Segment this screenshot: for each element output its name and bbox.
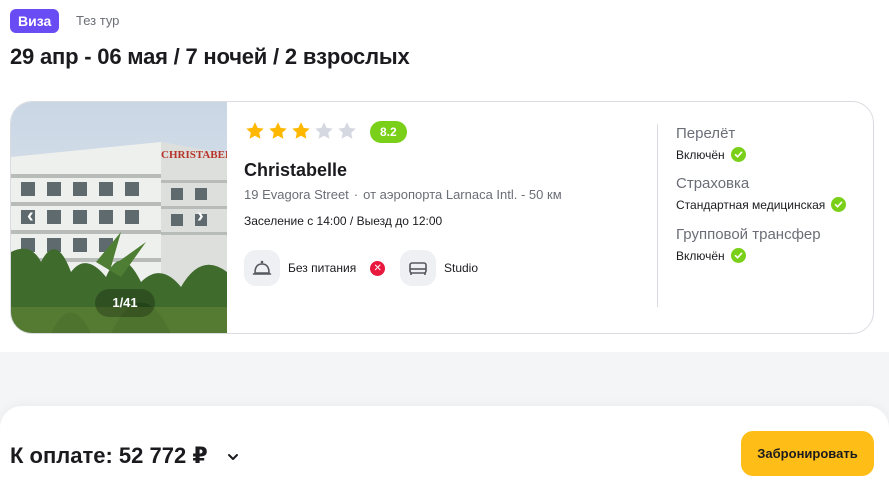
divider [657, 124, 658, 307]
hotel-sign-text: CHRISTABELLE HOTEL [161, 149, 227, 161]
check-icon [730, 147, 746, 162]
insurance-value-row: Стандартная медицинская [676, 197, 847, 212]
transfer-title: Групповой трансфер [676, 226, 821, 243]
rating-badge: 8.2 [370, 121, 407, 143]
tour-operator: Тез тур [76, 13, 120, 28]
check-icon [831, 197, 847, 212]
star-rating [244, 120, 358, 142]
checkin-times: Заселение с 14:00 / Выезд до 12:00 [244, 214, 443, 228]
flight-value: Включён [676, 147, 725, 162]
meal-feature: Без питания ✕ [244, 250, 386, 286]
insurance-title: Страховка [676, 175, 750, 192]
chevron-down-icon[interactable] [226, 450, 240, 464]
payment-bar: К оплате: 52 772 ₽ Забронировать [0, 406, 889, 486]
hotel-photo[interactable]: CHRISTABELLE HOTEL ‹ › 1/41 [11, 102, 227, 333]
photo-counter: 1/41 [95, 289, 155, 317]
cloche-icon [244, 250, 280, 286]
star-filled-icon [246, 122, 264, 139]
star-empty-icon [338, 122, 356, 139]
room-feature: Studio [400, 250, 478, 286]
bed-icon [400, 250, 436, 286]
star-filled-icon [269, 122, 287, 139]
address-street: 19 Evagora Street [244, 187, 349, 202]
check-icon [730, 248, 746, 263]
meal-label: Без питания [288, 261, 357, 275]
total-price: К оплате: 52 772 ₽ [10, 443, 208, 468]
flight-info: Перелёт Включён [676, 125, 746, 162]
flight-title: Перелёт [676, 125, 736, 142]
star-filled-icon [292, 122, 310, 139]
hotel-card: CHRISTABELLE HOTEL ‹ › 1/41 8.2 Christab… [10, 101, 874, 334]
hotel-name[interactable]: Christabelle [244, 160, 347, 181]
transfer-info: Групповой трансфер Включён [676, 226, 821, 263]
chevron-left-icon[interactable]: ‹ [27, 206, 43, 226]
transfer-value: Включён [676, 248, 725, 263]
room-label: Studio [444, 261, 479, 275]
separator-dot: · [353, 187, 359, 202]
transfer-value-row: Включён [676, 248, 821, 263]
flight-value-row: Включён [676, 147, 746, 162]
trip-title: 29 апр - 06 мая / 7 ночей / 2 взрослых [10, 44, 410, 69]
airport-distance: от аэропорта Larnaca Intl. - 50 км [363, 187, 562, 202]
book-button[interactable]: Забронировать [741, 431, 874, 476]
hotel-address: 19 Evagora Street · от аэропорта Larnaca I… [244, 187, 562, 202]
star-empty-icon [315, 122, 333, 139]
insurance-info: Страховка Стандартная медицинская [676, 175, 847, 212]
visa-badge: Виза [10, 9, 60, 33]
insurance-value: Стандартная медицинская [676, 197, 826, 212]
tour-section: Виза Тез тур 29 апр - 06 мая / 7 ночей /… [0, 0, 889, 352]
cross-icon: ✕ [370, 260, 386, 276]
chevron-right-icon[interactable]: › [197, 206, 213, 226]
